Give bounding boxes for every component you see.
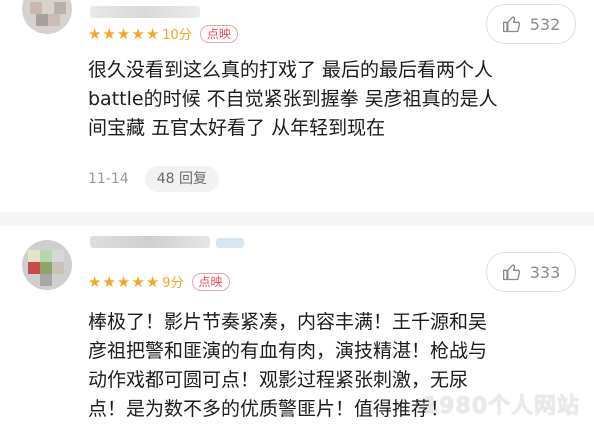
- star-icon: ★: [88, 24, 102, 43]
- screening-badge: 点映: [191, 272, 230, 291]
- comment-meta: 11-14 48 回复: [88, 166, 219, 192]
- star-icon: ★: [88, 272, 102, 291]
- thumbs-up-icon: [502, 16, 520, 33]
- star-icon: ★: [145, 24, 160, 43]
- star-icon: ★: [131, 272, 145, 291]
- user-avatar[interactable]: [22, 0, 72, 34]
- star-icon: ★: [116, 24, 131, 43]
- star-icon: ★: [145, 272, 160, 291]
- user-level-badge-blurred: [216, 238, 244, 248]
- like-button[interactable]: 532: [486, 4, 576, 44]
- like-button[interactable]: 333: [486, 252, 576, 292]
- like-count: 532: [529, 14, 561, 34]
- thumbs-up-icon: [502, 264, 520, 281]
- reply-button[interactable]: 48 回复: [144, 166, 219, 192]
- score-text: 9分: [162, 276, 184, 291]
- star-icon: ★: [131, 24, 145, 43]
- user-avatar[interactable]: [22, 240, 72, 290]
- site-watermark: 1980个人网站: [422, 394, 580, 419]
- comment-card-1: ★ ★ ★ ★ ★ 10分 点映 532 很久没看到这么真的打戏了 最后的最后看…: [0, 0, 594, 212]
- rating-row: ★ ★ ★ ★ ★ 10分 点映: [88, 24, 238, 43]
- comment-date: 11-14: [88, 171, 129, 187]
- star-icon: ★: [102, 272, 116, 291]
- star-icon: ★: [116, 272, 131, 291]
- score-text: 10分: [162, 28, 192, 43]
- username-blurred[interactable]: [90, 236, 210, 248]
- comment-text: 很久没看到这么真的打戏了 最后的最后看两个人 battle的时候 不自觉紧张到握…: [88, 59, 498, 139]
- star-rating: ★ ★ ★ ★ ★: [88, 25, 160, 43]
- like-count: 333: [529, 262, 561, 282]
- comment-divider: [0, 212, 594, 226]
- star-icon: ★: [102, 24, 116, 43]
- username-blurred[interactable]: [90, 6, 200, 18]
- star-rating: ★ ★ ★ ★ ★: [88, 273, 160, 291]
- screening-badge: 点映: [199, 24, 238, 43]
- rating-row: ★ ★ ★ ★ ★ 9分 点映: [88, 272, 230, 291]
